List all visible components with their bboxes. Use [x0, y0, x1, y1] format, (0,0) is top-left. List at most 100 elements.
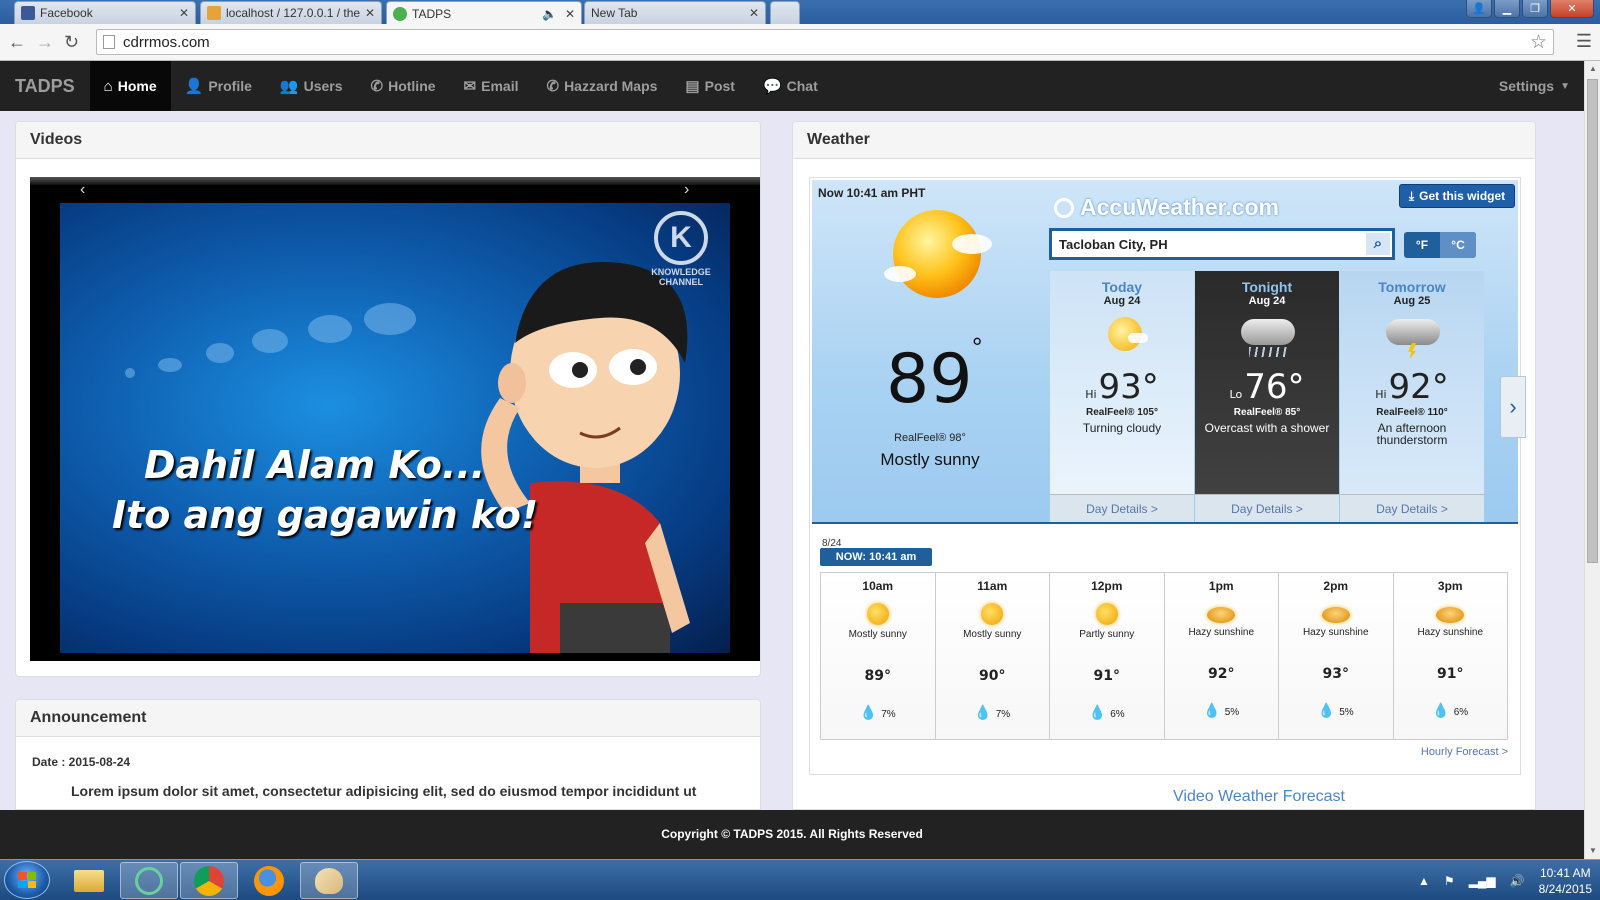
raindrop-icon: 💧 — [1432, 702, 1450, 718]
search-icon[interactable]: ⌕ — [1366, 233, 1390, 255]
taskbar-atom[interactable] — [120, 862, 178, 899]
close-tab-icon[interactable]: ✕ — [365, 6, 375, 20]
site-brand[interactable]: TADPS — [0, 76, 90, 97]
nav-hotline[interactable]: ✆ Hotline — [357, 61, 450, 111]
video-prev-icon[interactable]: ‹ — [80, 181, 85, 199]
hour-precip: 5% — [1224, 707, 1240, 718]
sun-logo-icon — [1054, 197, 1074, 218]
speaker-icon: 🔈 — [541, 6, 557, 21]
user-icon: 👤 — [184, 78, 204, 95]
city-search-input[interactable]: Tacloban City, PH ⌕ — [1049, 228, 1395, 260]
scroll-down-icon[interactable]: ▼ — [1585, 843, 1600, 859]
action-center-flag-icon[interactable]: ⚑ — [1444, 874, 1455, 888]
minimize-icon[interactable]: ▁ — [1494, 0, 1520, 18]
scroll-up-icon[interactable]: ▲ — [1585, 61, 1600, 77]
mostly-sunny-icon — [981, 603, 1004, 625]
scrollbar-thumb[interactable] — [1587, 79, 1598, 563]
nav-settings-dropdown[interactable]: Settings ▼ — [1485, 61, 1584, 111]
accuweather-widget: Now 10:41 am PHT 89 ° RealFeel® 98° Most… — [809, 177, 1526, 775]
raindrop-icon: 💧 — [974, 704, 992, 720]
hour-precip: 7% — [995, 709, 1011, 720]
user-icon[interactable]: 👤 — [1466, 0, 1492, 18]
nav-email[interactable]: ✉ Email — [450, 61, 533, 111]
announcement-date: Date : 2015-08-24 — [32, 755, 131, 769]
url-bar[interactable]: cdrrmos.com ☆ — [96, 29, 1554, 55]
hourly-forecast-link[interactable]: Hourly Forecast > — [1421, 746, 1508, 758]
page-scrollbar[interactable]: ▲ ▼ — [1584, 61, 1600, 859]
close-tab-icon[interactable]: ✕ — [179, 6, 189, 20]
day-details-link[interactable]: Day Details > — [1050, 494, 1194, 522]
browser-tab-new-tab[interactable]: New Tab ✕ — [584, 1, 766, 24]
browser-tab-facebook[interactable]: Facebook ✕ — [14, 1, 196, 24]
kc-logo-text: KNOWLEDGE CHANNEL — [651, 267, 711, 287]
close-tab-icon[interactable]: ✕ — [749, 6, 759, 20]
panel-title: Videos — [16, 122, 760, 159]
unit-fahrenheit-button[interactable]: °F — [1404, 232, 1440, 258]
accuweather-logo[interactable]: AccuWeather.com — [1054, 194, 1279, 221]
hour-time: 2pm — [1323, 579, 1349, 593]
hour-cell[interactable]: 12pm Partly sunny 91° 💧 6% — [1050, 573, 1165, 739]
unit-celsius-button[interactable]: °C — [1440, 232, 1476, 258]
next-days-chevron-icon[interactable]: › — [1500, 376, 1526, 438]
forecast-card-tonight[interactable]: Tonight Aug 24 Lo76° RealFeel® 85° Overc… — [1195, 271, 1339, 522]
video-player[interactable]: ‹ › Dahil Alam Ko... Ito ang gagawin ko!… — [30, 177, 760, 661]
browser-tab-localhost[interactable]: localhost / 127.0.0.1 / the ✕ — [200, 1, 382, 24]
hour-cell[interactable]: 1pm Hazy sunshine 92° 💧 5% — [1164, 573, 1279, 739]
show-hidden-icons-icon[interactable]: ▲ — [1418, 874, 1430, 888]
announcement-panel: Announcement Date : 2015-08-24 Lorem ips… — [15, 699, 761, 810]
reload-icon[interactable]: ↻ — [64, 32, 79, 53]
nav-label: Hotline — [388, 78, 436, 94]
sunny-large-icon — [884, 210, 992, 298]
hazy-sunshine-icon — [1436, 607, 1465, 623]
video-next-icon[interactable]: › — [684, 181, 689, 199]
taskbar-file-explorer[interactable] — [60, 862, 118, 899]
browser-toolbar: ← → ↻ cdrrmos.com ☆ ☰ — [0, 24, 1600, 61]
nav-chat[interactable]: 💬 Chat — [749, 61, 832, 111]
raindrop-icon: 💧 — [1317, 702, 1336, 718]
day-date: Aug 24 — [1248, 295, 1286, 307]
videos-panel: Videos ‹ › Dahil Alam Ko... Ito ang gaga… — [15, 121, 761, 677]
hour-condition: Mostly sunny — [963, 629, 1022, 640]
forecast-card-tomorrow[interactable]: Tomorrow Aug 25 Hi92° RealFeel® 110° An … — [1340, 271, 1484, 522]
nav-post[interactable]: ▤ Post — [671, 61, 749, 111]
network-icon[interactable]: ▂▄▆ — [1469, 874, 1496, 888]
cartoon-boy-illustration — [125, 262, 690, 653]
bookmark-star-icon[interactable]: ☆ — [1530, 31, 1547, 54]
day-details-link[interactable]: Day Details > — [1195, 494, 1339, 522]
hour-cell[interactable]: 11am Mostly sunny 90° 💧 7% — [935, 573, 1050, 739]
start-button[interactable] — [4, 861, 50, 899]
forward-icon[interactable]: → — [36, 32, 54, 53]
taskbar-chrome[interactable] — [180, 862, 238, 899]
close-tab-icon[interactable]: ✕ — [565, 7, 575, 21]
hour-cell[interactable]: 3pm Hazy sunshine 91° 💧 6% — [1393, 573, 1507, 739]
volume-icon[interactable]: 🔊 — [1510, 874, 1525, 888]
taskbar-firefox[interactable] — [240, 862, 298, 899]
knowledge-channel-logo: K KNOWLEDGE CHANNEL — [638, 211, 724, 291]
day-details-link[interactable]: Day Details > — [1340, 494, 1484, 522]
nav-home[interactable]: ⌂ Home — [89, 61, 171, 111]
close-window-icon[interactable]: ✕ — [1550, 0, 1594, 18]
hour-time: 3pm — [1437, 579, 1463, 593]
hour-temp: 92° — [1208, 666, 1235, 682]
chrome-menu-icon[interactable]: ☰ — [1576, 31, 1592, 52]
taskbar-paint[interactable] — [300, 862, 358, 899]
nav-hazzard-maps[interactable]: ✆ Hazzard Maps — [532, 61, 671, 111]
hour-condition: Hazy sunshine — [1302, 627, 1369, 638]
taskbar-clock[interactable]: 10:41 AM 8/24/2015 — [1539, 865, 1592, 897]
current-realfeel: RealFeel® 98° — [894, 432, 966, 444]
get-widget-button[interactable]: ⤓ Get this widget — [1399, 184, 1515, 208]
restore-icon[interactable]: ❐ — [1522, 0, 1548, 18]
now-marker: NOW: 10:41 am — [820, 548, 932, 566]
browser-tab-tadps[interactable]: TADPS 🔈 ✕ — [386, 1, 582, 25]
nav-profile[interactable]: 👤 Profile — [171, 61, 266, 111]
day-date: Aug 25 — [1393, 295, 1431, 307]
nav-users[interactable]: 👥 Users — [266, 61, 357, 111]
hour-cell[interactable]: 2pm Hazy sunshine 93° 💧 5% — [1279, 573, 1394, 739]
new-tab-button[interactable] — [770, 1, 800, 24]
hour-cell[interactable]: 10am Mostly sunny 89° 💧 7% — [821, 573, 936, 739]
system-tray: ▲ ⚑ ▂▄▆ 🔊 10:41 AM 8/24/2015 — [1418, 860, 1592, 900]
video-weather-forecast-link[interactable]: Video Weather Forecast — [1173, 788, 1345, 806]
users-icon: 👥 — [279, 78, 299, 95]
back-icon[interactable]: ← — [8, 32, 26, 53]
forecast-card-today[interactable]: Today Aug 24 Hi93° RealFeel® 105° Turnin… — [1050, 271, 1194, 522]
